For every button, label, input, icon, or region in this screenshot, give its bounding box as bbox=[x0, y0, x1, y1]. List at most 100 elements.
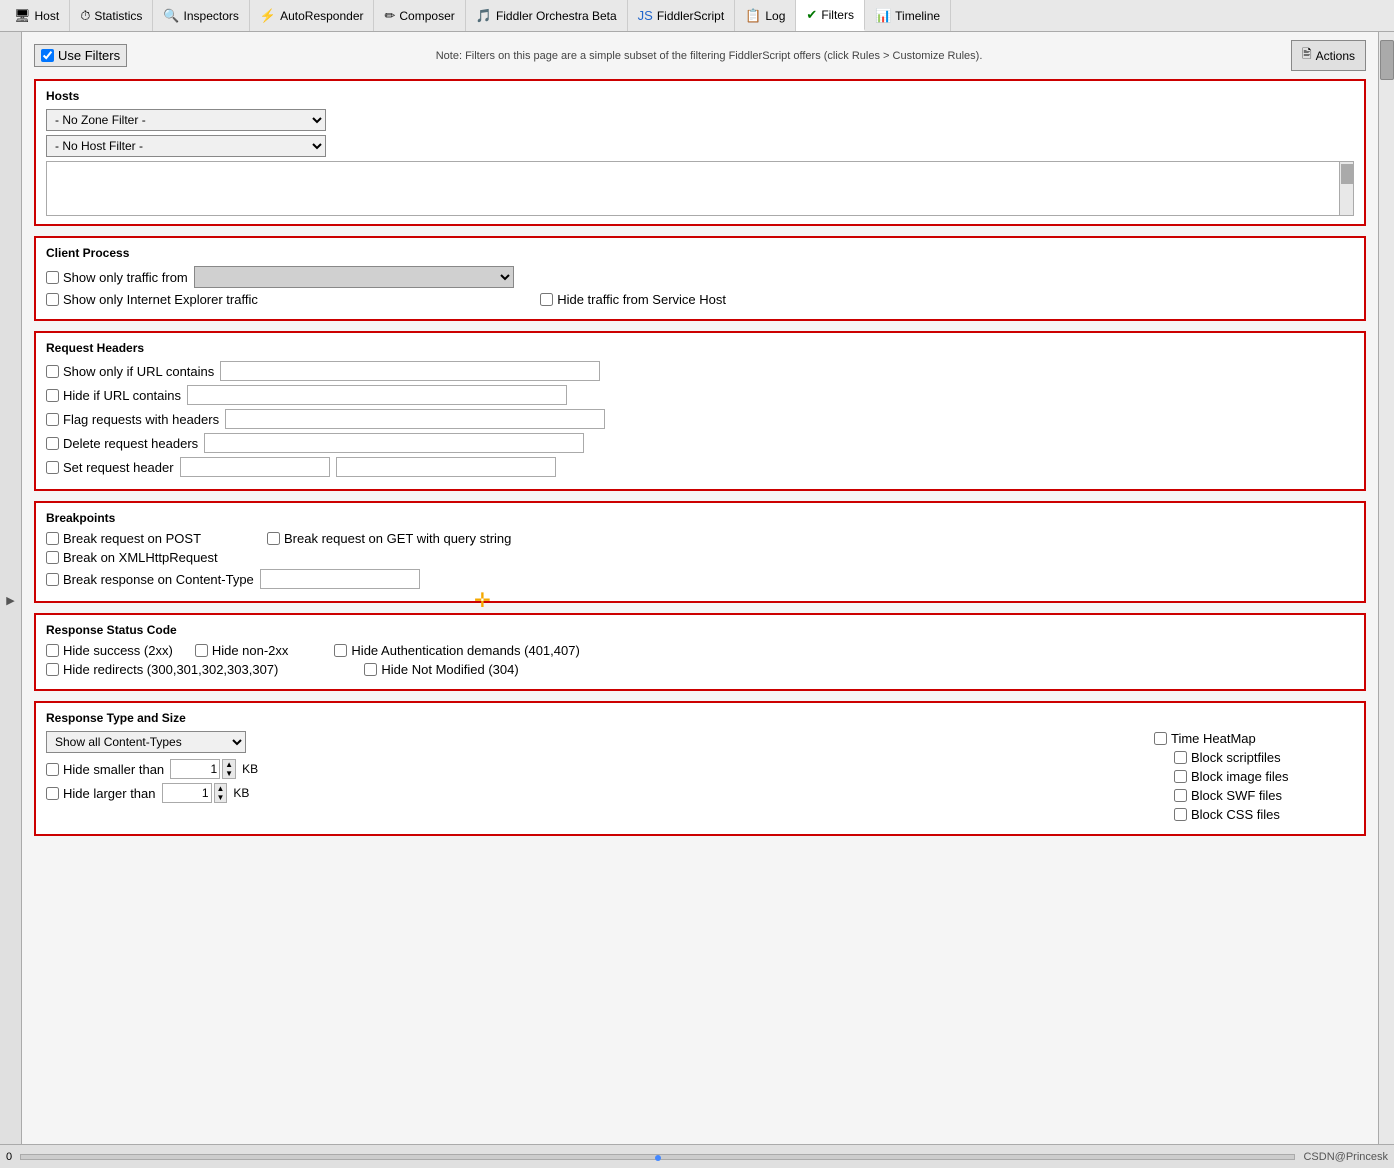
nav-item-autoresponder[interactable]: ⚡ AutoResponder bbox=[250, 0, 375, 31]
use-filters-checkbox[interactable] bbox=[41, 49, 54, 62]
hide-redirects-checkbox[interactable] bbox=[46, 663, 59, 676]
flag-headers-text: Flag requests with headers bbox=[63, 412, 219, 427]
set-header-label: Set request header bbox=[46, 460, 174, 475]
break-response-checkbox[interactable] bbox=[46, 573, 59, 586]
host-filter-dropdown[interactable]: - No Host Filter - bbox=[46, 135, 326, 157]
response-status-wrapper: Response Status Code Hide success (2xx) … bbox=[34, 613, 1366, 691]
response-status-section: Response Status Code Hide success (2xx) … bbox=[34, 613, 1366, 691]
hide-smaller-arrows[interactable]: ▲ ▼ bbox=[222, 759, 236, 779]
set-header-value-input[interactable] bbox=[336, 457, 556, 477]
hosts-scroll-thumb bbox=[1341, 164, 1353, 184]
actions-button[interactable]: 🖹 Actions bbox=[1291, 40, 1366, 71]
block-script-text: Block scriptfiles bbox=[1191, 750, 1281, 765]
hide-larger-row: Hide larger than 1 ▲ ▼ KB bbox=[46, 783, 1134, 803]
hide-smaller-value[interactable]: 1 bbox=[170, 759, 220, 779]
content-type-row: Show all Content-Types bbox=[46, 731, 1134, 753]
block-swf-row: Block SWF files bbox=[1174, 788, 1354, 803]
use-filters-label: Use Filters bbox=[58, 48, 120, 63]
hide-larger-up[interactable]: ▲ bbox=[215, 784, 227, 793]
delete-headers-input[interactable] bbox=[204, 433, 584, 453]
hide-auth-checkbox[interactable] bbox=[334, 644, 347, 657]
ie-traffic-label: Show only Internet Explorer traffic bbox=[46, 292, 258, 307]
delete-headers-text: Delete request headers bbox=[63, 436, 198, 451]
hide-url-checkbox[interactable] bbox=[46, 389, 59, 402]
hide-url-input[interactable] bbox=[187, 385, 567, 405]
hide-smaller-down[interactable]: ▼ bbox=[223, 769, 235, 778]
traffic-process-dropdown[interactable] bbox=[194, 266, 514, 288]
break-response-row: Break response on Content-Type bbox=[46, 569, 1354, 589]
status-row2: Hide redirects (300,301,302,303,307) Hid… bbox=[46, 662, 1354, 677]
nav-item-statistics[interactable]: ⏱ Statistics bbox=[70, 0, 153, 31]
show-url-checkbox[interactable] bbox=[46, 365, 59, 378]
block-image-checkbox[interactable] bbox=[1174, 770, 1187, 783]
actions-label: Actions bbox=[1316, 49, 1355, 63]
show-url-row: Show only if URL contains bbox=[46, 361, 1354, 381]
flag-headers-input[interactable] bbox=[225, 409, 605, 429]
nav-item-fiddlerscript[interactable]: JS FiddlerScript bbox=[628, 0, 736, 31]
hide-larger-value[interactable]: 1 bbox=[162, 783, 212, 803]
hide-not-modified-checkbox[interactable] bbox=[364, 663, 377, 676]
zone-filter-dropdown[interactable]: - No Zone Filter - bbox=[46, 109, 326, 131]
break-post-checkbox[interactable] bbox=[46, 532, 59, 545]
hide-smaller-up[interactable]: ▲ bbox=[223, 760, 235, 769]
nav-item-composer[interactable]: ✏ Composer bbox=[374, 0, 465, 31]
break-xml-label: Break on XMLHttpRequest bbox=[46, 550, 218, 565]
response-status-title: Response Status Code bbox=[46, 623, 1354, 637]
block-swf-label: Block SWF files bbox=[1174, 788, 1282, 803]
nav-item-log[interactable]: 📋 Log bbox=[735, 0, 796, 31]
filters-header: Use Filters Note: Filters on this page a… bbox=[34, 40, 1366, 71]
scroll-thumb bbox=[1380, 40, 1394, 80]
hide-success-checkbox[interactable] bbox=[46, 644, 59, 657]
set-header-name-input[interactable] bbox=[180, 457, 330, 477]
nav-item-timeline[interactable]: 📊 Timeline bbox=[865, 0, 951, 31]
time-heatmap-checkbox[interactable] bbox=[1154, 732, 1167, 745]
hide-larger-checkbox[interactable] bbox=[46, 787, 59, 800]
request-headers-wrapper: Request Headers Show only if URL contain… bbox=[34, 331, 1366, 491]
response-type-title: Response Type and Size bbox=[46, 711, 1354, 725]
ie-traffic-checkbox[interactable] bbox=[46, 293, 59, 306]
block-swf-text: Block SWF files bbox=[1191, 788, 1282, 803]
filters-icon: ✔ bbox=[806, 7, 817, 23]
hide-larger-down[interactable]: ▼ bbox=[215, 793, 227, 802]
nav-item-inspectors[interactable]: 🔍 Inspectors bbox=[153, 0, 250, 31]
left-toggle-button[interactable]: ▶ bbox=[0, 32, 22, 1168]
break-xml-checkbox[interactable] bbox=[46, 551, 59, 564]
show-traffic-checkbox[interactable] bbox=[46, 271, 59, 284]
hide-auth-label: Hide Authentication demands (401,407) bbox=[334, 643, 579, 658]
flag-headers-checkbox[interactable] bbox=[46, 413, 59, 426]
flag-headers-label: Flag requests with headers bbox=[46, 412, 219, 427]
use-filters-checkbox-container[interactable]: Use Filters bbox=[34, 44, 127, 67]
content-type-dropdown[interactable]: Show all Content-Types bbox=[46, 731, 246, 753]
hosts-text-area[interactable] bbox=[46, 161, 1354, 216]
breakpoints-title: Breakpoints bbox=[46, 511, 1354, 525]
nav-item-filters[interactable]: ✔ Filters bbox=[796, 0, 865, 31]
block-css-checkbox[interactable] bbox=[1174, 808, 1187, 821]
ie-traffic-text: Show only Internet Explorer traffic bbox=[63, 292, 258, 307]
client-process-title: Client Process bbox=[46, 246, 1354, 260]
hide-non2xx-text: Hide non-2xx bbox=[212, 643, 289, 658]
show-url-text: Show only if URL contains bbox=[63, 364, 214, 379]
break-get-checkbox[interactable] bbox=[267, 532, 280, 545]
main-area: ▶ Use Filters Note: Filters on this page… bbox=[0, 32, 1394, 1168]
nav-label-host: Host bbox=[35, 9, 60, 23]
main-scrollbar[interactable] bbox=[1378, 32, 1394, 1168]
hosts-section: Hosts - No Zone Filter - - No Host Filte… bbox=[34, 79, 1366, 226]
nav-item-orchestra[interactable]: 🎵 Fiddler Orchestra Beta bbox=[466, 0, 628, 31]
hosts-section-wrapper: Hosts - No Zone Filter - - No Host Filte… bbox=[34, 79, 1366, 226]
block-script-checkbox[interactable] bbox=[1174, 751, 1187, 764]
nav-label-fiddlerscript: FiddlerScript bbox=[657, 9, 724, 23]
hide-success-label: Hide success (2xx) bbox=[46, 643, 173, 658]
set-header-row: Set request header bbox=[46, 457, 1354, 477]
set-header-checkbox[interactable] bbox=[46, 461, 59, 474]
break-response-input[interactable] bbox=[260, 569, 420, 589]
nav-item-host[interactable]: 🖥 Host bbox=[4, 0, 70, 31]
hide-non2xx-checkbox[interactable] bbox=[195, 644, 208, 657]
show-url-input[interactable] bbox=[220, 361, 600, 381]
block-swf-checkbox[interactable] bbox=[1174, 789, 1187, 802]
hide-smaller-checkbox[interactable] bbox=[46, 763, 59, 776]
hide-service-host-checkbox[interactable] bbox=[540, 293, 553, 306]
hide-success-text: Hide success (2xx) bbox=[63, 643, 173, 658]
delete-headers-checkbox[interactable] bbox=[46, 437, 59, 450]
hide-larger-arrows[interactable]: ▲ ▼ bbox=[214, 783, 228, 803]
hosts-scrollbar[interactable] bbox=[1339, 162, 1353, 215]
